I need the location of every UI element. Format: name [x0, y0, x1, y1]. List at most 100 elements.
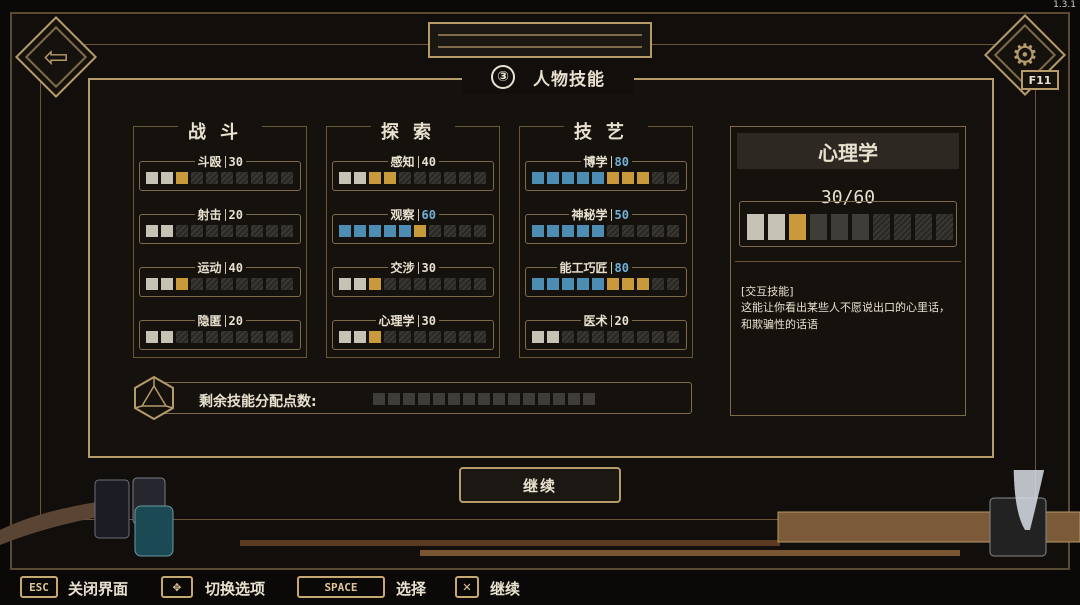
skill-pip	[652, 225, 664, 237]
skill-pip	[251, 225, 263, 237]
skill-pip	[354, 331, 366, 343]
skill-pip	[667, 278, 679, 290]
skill-pip	[236, 172, 248, 184]
skill-pip	[281, 331, 293, 343]
skill-pip	[251, 331, 263, 343]
skill-pip	[146, 172, 158, 184]
skill-pip	[414, 225, 426, 237]
skill-row[interactable]: 交涉 30	[332, 259, 494, 297]
skill-pip	[444, 172, 456, 184]
skill-pip	[399, 172, 411, 184]
skill-name: 斗殴	[197, 155, 222, 169]
skill-pip	[532, 331, 544, 343]
version-label: 1.3.1	[1053, 0, 1076, 10]
skill-row[interactable]: 能工巧匠 80	[525, 259, 687, 297]
skill-row[interactable]: 隐匿 20	[139, 312, 301, 350]
skill-row[interactable]: 感知 40	[332, 153, 494, 191]
skill-value: 50	[614, 207, 629, 222]
skill-pip	[281, 278, 293, 290]
detail-pip	[936, 214, 953, 240]
skill-pip	[146, 331, 158, 343]
skill-progress	[532, 331, 679, 343]
skill-value: 20	[614, 313, 629, 328]
skill-progress	[532, 225, 679, 237]
skill-row[interactable]: 斗殴 30	[139, 153, 301, 191]
top-ornament	[428, 22, 652, 58]
skill-pip	[532, 225, 544, 237]
skill-pip	[637, 278, 649, 290]
remaining-pip	[508, 393, 520, 405]
detail-progress	[739, 201, 957, 247]
detail-pip	[831, 214, 848, 240]
skill-pip	[459, 225, 471, 237]
skill-pip	[607, 225, 619, 237]
skill-pip	[547, 278, 559, 290]
skill-value: 30	[421, 313, 436, 328]
remaining-pip	[583, 393, 595, 405]
skill-pip	[176, 278, 188, 290]
skill-row[interactable]: 运动 40	[139, 259, 301, 297]
remaining-pip	[388, 393, 400, 405]
skill-pip	[146, 278, 158, 290]
skill-pip	[459, 331, 471, 343]
skill-row[interactable]: 博学 80	[525, 153, 687, 191]
skill-pip	[444, 331, 456, 343]
remaining-points-label: 剩余技能分配点数:	[199, 394, 317, 410]
skill-pip	[652, 278, 664, 290]
skill-pip	[266, 278, 278, 290]
skill-pip	[429, 278, 441, 290]
skill-pip	[622, 225, 634, 237]
skill-name: 能工巧匠	[559, 261, 608, 275]
skill-pip	[414, 331, 426, 343]
skill-pip	[176, 225, 188, 237]
detail-pip	[894, 214, 911, 240]
settings-hotkey-badge: F11	[1021, 70, 1059, 90]
skill-value: 20	[228, 313, 243, 328]
skill-pip	[221, 172, 233, 184]
skill-pip	[339, 225, 351, 237]
skill-row[interactable]: 神秘学 50	[525, 206, 687, 244]
skill-name: 感知	[390, 155, 415, 169]
remaining-pip	[448, 393, 460, 405]
skill-pip	[191, 225, 203, 237]
skill-pip	[667, 172, 679, 184]
skill-pip	[339, 278, 351, 290]
skill-pip	[191, 331, 203, 343]
skill-pip	[384, 172, 396, 184]
skill-row[interactable]: 观察 60	[332, 206, 494, 244]
skill-pip	[266, 172, 278, 184]
hint-switch: 切换选项	[205, 580, 266, 598]
skill-row[interactable]: 医术 20	[525, 312, 687, 350]
skill-detail-panel: 心理学 30/60 [交互技能] 这能让你看出某些人不愿说出口的心里话，和欺骗性…	[730, 126, 966, 416]
skill-name: 隐匿	[197, 314, 222, 328]
skill-pip	[399, 278, 411, 290]
skill-pip	[622, 172, 634, 184]
skill-progress	[532, 278, 679, 290]
skill-pip	[652, 172, 664, 184]
skill-value: 40	[228, 260, 243, 275]
column-title: 技艺	[564, 118, 648, 144]
skill-pip	[607, 331, 619, 343]
remaining-pip	[538, 393, 550, 405]
skill-pip	[607, 278, 619, 290]
skill-pip	[562, 331, 574, 343]
skill-pip	[592, 225, 604, 237]
skill-pip	[622, 331, 634, 343]
skill-name: 运动	[197, 261, 222, 275]
skill-progress	[339, 278, 486, 290]
skill-pip	[637, 331, 649, 343]
skill-value: 40	[421, 154, 436, 169]
skill-pip	[667, 331, 679, 343]
skill-pip	[146, 225, 158, 237]
step-number: ③	[491, 65, 515, 89]
space-key-icon: SPACE	[297, 576, 385, 598]
back-button[interactable]: ⇦	[14, 15, 98, 99]
skill-pip	[369, 172, 381, 184]
skill-row[interactable]: 心理学 30	[332, 312, 494, 350]
skill-value: 80	[614, 260, 629, 275]
skill-pip	[592, 172, 604, 184]
remaining-pip	[373, 393, 385, 405]
skill-row[interactable]: 射击 20	[139, 206, 301, 244]
skill-pip	[532, 278, 544, 290]
skill-pip	[281, 172, 293, 184]
